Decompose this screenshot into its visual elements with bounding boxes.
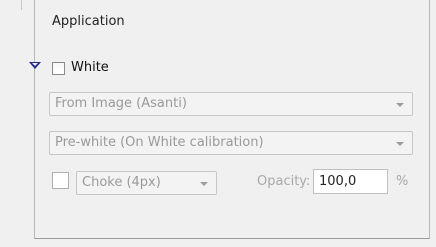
section-title: Application <box>52 14 125 29</box>
choke-select[interactable]: Choke (4px) <box>76 171 217 195</box>
white-label[interactable]: White <box>71 60 109 75</box>
mode-select-value: Pre-white (On White calibration) <box>55 135 264 150</box>
divider <box>21 0 22 10</box>
mode-select[interactable]: Pre-white (On White calibration) <box>49 131 413 155</box>
chevron-down-icon <box>396 142 404 146</box>
application-panel <box>34 0 430 239</box>
chevron-down-icon <box>396 103 404 107</box>
choke-select-value: Choke (4px) <box>82 175 161 190</box>
opacity-input[interactable] <box>313 169 388 194</box>
source-select-value: From Image (Asanti) <box>55 96 187 111</box>
source-select[interactable]: From Image (Asanti) <box>49 92 413 116</box>
white-checkbox[interactable] <box>52 62 65 75</box>
expand-triangle-icon[interactable] <box>29 62 41 69</box>
opacity-label: Opacity: <box>257 174 311 189</box>
opacity-unit: % <box>396 174 409 189</box>
chevron-down-icon <box>200 182 208 186</box>
settings-frame: Application White From Image (Asanti) Pr… <box>0 0 436 247</box>
choke-checkbox[interactable] <box>52 172 69 189</box>
